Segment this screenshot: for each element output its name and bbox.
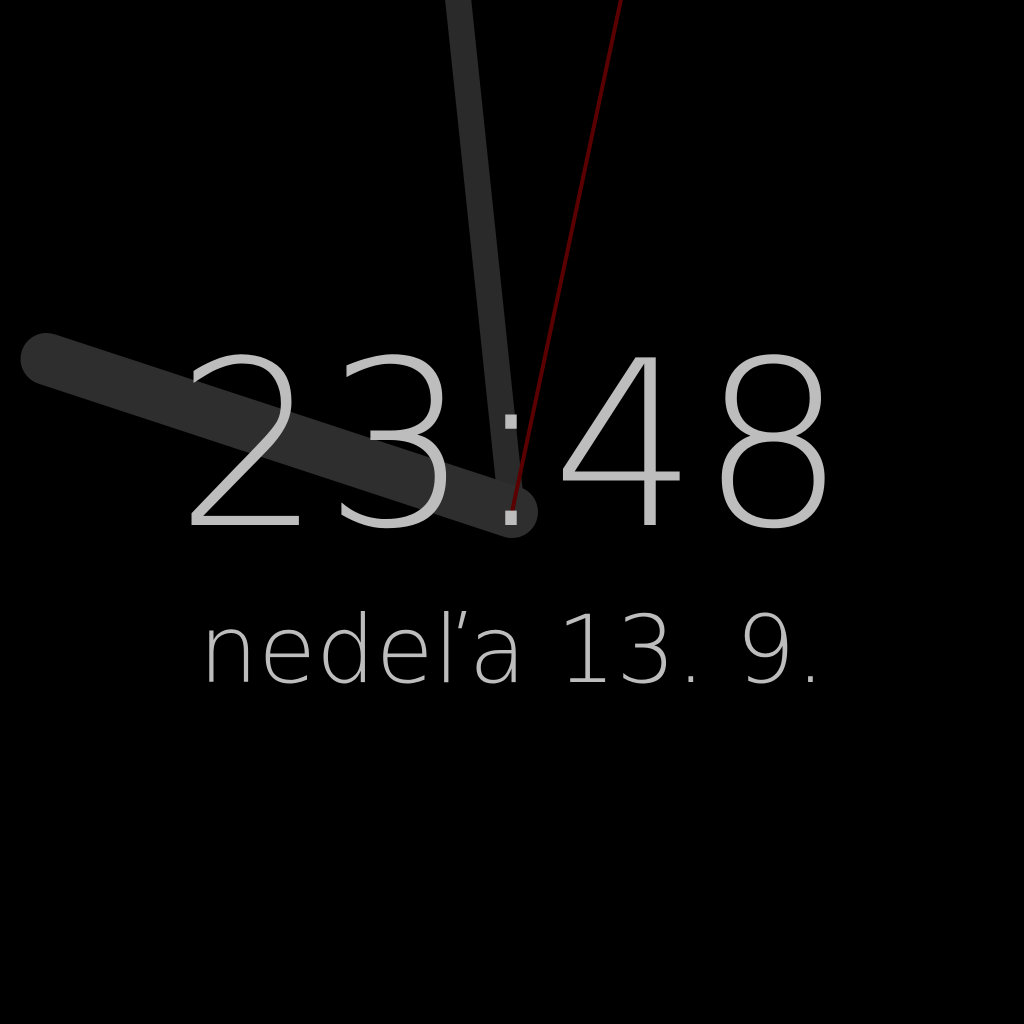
lock-screen-clock: 23:48 nedeľa 13. 9. [0,0,1024,1024]
date-label: nedeľa 13. 9. [198,596,826,705]
digital-time: 23:48 [175,313,849,580]
